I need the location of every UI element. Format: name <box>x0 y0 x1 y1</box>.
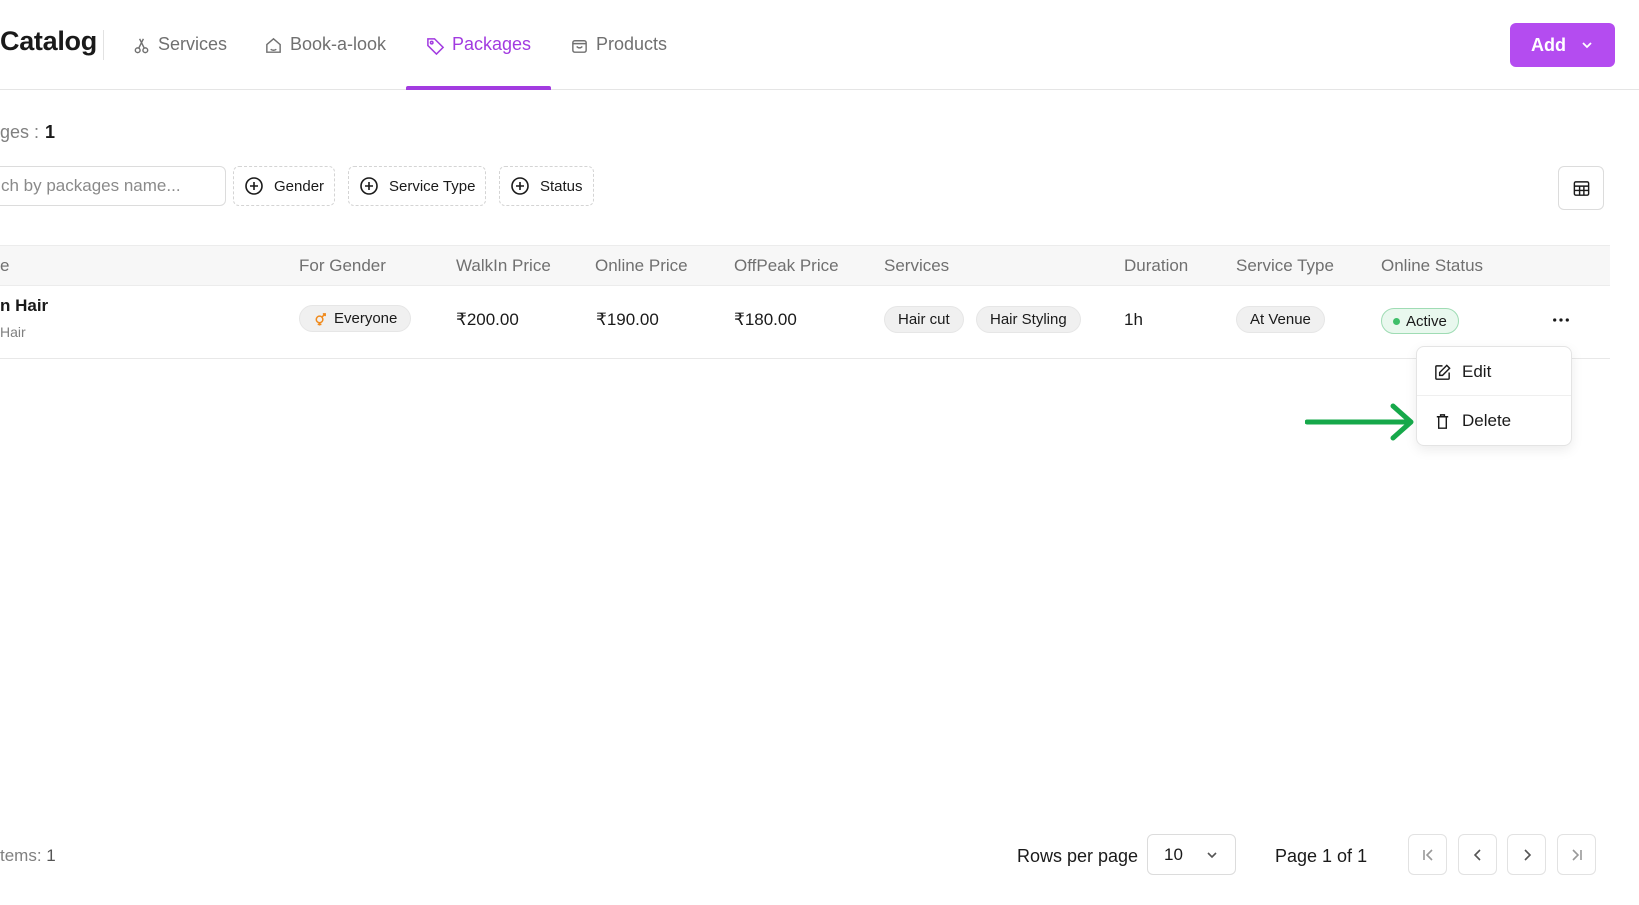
gender-icon <box>315 313 326 326</box>
walkin-price: ₹200.00 <box>456 310 519 329</box>
filter-label: Status <box>540 177 583 195</box>
table-row[interactable]: n Hair Hair Everyone ₹200.00 ₹190.00 ₹18… <box>0 286 1610 359</box>
plus-circle-icon <box>245 177 263 195</box>
online-price: ₹190.00 <box>596 310 659 329</box>
package-count-value: 1 <box>45 122 56 142</box>
menu-item-label: Delete <box>1462 411 1512 430</box>
plus-circle-icon <box>360 177 378 195</box>
tab-products[interactable]: Products <box>570 24 667 90</box>
menu-item-delete[interactable]: Delete <box>1417 398 1571 444</box>
bag-icon <box>572 40 587 53</box>
tab-packages[interactable]: Packages <box>406 24 552 90</box>
add-button[interactable]: Add <box>1510 23 1615 67</box>
service-type-filter-button[interactable]: Service Type <box>348 166 487 206</box>
service-chip: Hair Styling <box>976 306 1081 333</box>
chevrons-right-bar-icon <box>1571 848 1582 861</box>
trash-icon <box>1436 413 1449 429</box>
chevrons-left-bar-icon <box>1422 848 1433 861</box>
row-actions-menu: Edit Delete <box>1416 346 1572 446</box>
tab-label: Products <box>596 34 668 54</box>
tab-book-a-look[interactable]: Book-a-look <box>264 24 386 90</box>
tab-label: Book-a-look <box>290 34 387 54</box>
column-header-duration[interactable]: Duration <box>1124 256 1188 276</box>
column-header-walkin-price[interactable]: WalkIn Price <box>456 256 551 276</box>
page-info: Page 1 of 1 <box>1275 846 1368 866</box>
home-icon <box>266 37 281 53</box>
add-button-label: Add <box>1531 34 1566 55</box>
column-header-offpeak-price[interactable]: OffPeak Price <box>734 256 839 276</box>
chevron-down-icon <box>1582 42 1592 49</box>
gender-filter-button[interactable]: Gender <box>233 166 336 206</box>
package-name: n Hair <box>0 296 49 315</box>
status-badge: Active <box>1381 308 1459 334</box>
total-items: tems: 1 <box>0 846 56 866</box>
tab-label: Packages <box>452 34 532 54</box>
more-horizontal-icon <box>1553 318 1569 322</box>
rows-per-page-label: Rows per page <box>1017 846 1139 866</box>
next-page-button[interactable] <box>1507 834 1546 875</box>
chevron-left-icon <box>1473 848 1481 861</box>
table-grid-icon <box>1573 180 1589 196</box>
column-header-services[interactable]: Services <box>884 256 949 276</box>
offpeak-price: ₹180.00 <box>734 310 797 329</box>
total-items-label: tems: <box>0 846 42 865</box>
gender-badge: Everyone <box>299 305 412 332</box>
status-dot <box>1393 317 1400 325</box>
table-view-button[interactable] <box>1558 166 1604 210</box>
filter-label: Gender <box>274 177 325 195</box>
scissors-icon <box>134 38 149 54</box>
plus-circle-icon <box>511 177 529 195</box>
column-header-online-status[interactable]: Online Status <box>1381 256 1483 276</box>
column-header-name[interactable]: e <box>0 256 9 276</box>
duration-value: 1h <box>1124 310 1143 329</box>
status-label: Active <box>1406 312 1447 330</box>
chevron-right-icon <box>1523 848 1531 861</box>
total-items-value: 1 <box>46 846 56 865</box>
service-chip: Hair cut <box>884 306 964 333</box>
previous-page-button[interactable] <box>1458 834 1497 875</box>
tag-icon <box>427 38 445 55</box>
annotation-arrow-icon <box>1305 403 1414 441</box>
column-header-online-price[interactable]: Online Price <box>595 256 688 276</box>
menu-item-label: Edit <box>1462 362 1492 381</box>
package-count: ges :1 <box>0 122 55 143</box>
package-subtitle: Hair <box>0 324 26 340</box>
row-actions-button[interactable] <box>1548 308 1574 332</box>
service-type-badge: At Venue <box>1236 306 1325 333</box>
active-tab-indicator <box>406 86 552 90</box>
title-divider <box>103 30 104 60</box>
edit-icon <box>1435 363 1451 380</box>
search-placeholder: ch by packages name... <box>1 176 181 195</box>
menu-divider <box>1417 395 1571 396</box>
filter-label: Service Type <box>389 177 476 195</box>
tab-services[interactable]: Services <box>132 24 227 90</box>
table-header: e For Gender WalkIn Price Online Price O… <box>0 245 1610 286</box>
tab-label: Services <box>158 34 228 54</box>
status-filter-button[interactable]: Status <box>499 166 594 206</box>
rows-per-page-value: 10 <box>1164 844 1183 864</box>
page-title: Catalog <box>0 26 97 56</box>
column-header-service-type[interactable]: Service Type <box>1236 256 1334 276</box>
header-bar: Catalog Services Book-a-look Packages Pr… <box>0 0 1639 90</box>
gender-badge-label: Everyone <box>334 310 398 327</box>
column-header-gender[interactable]: For Gender <box>299 256 386 276</box>
first-page-button[interactable] <box>1408 834 1447 875</box>
menu-item-edit[interactable]: Edit <box>1417 349 1571 395</box>
chevron-down-icon <box>1207 851 1217 858</box>
rows-per-page-select[interactable]: 10 <box>1147 834 1236 875</box>
package-count-label: ges : <box>0 122 40 142</box>
search-input[interactable]: ch by packages name... <box>0 166 226 206</box>
last-page-button[interactable] <box>1557 834 1596 875</box>
